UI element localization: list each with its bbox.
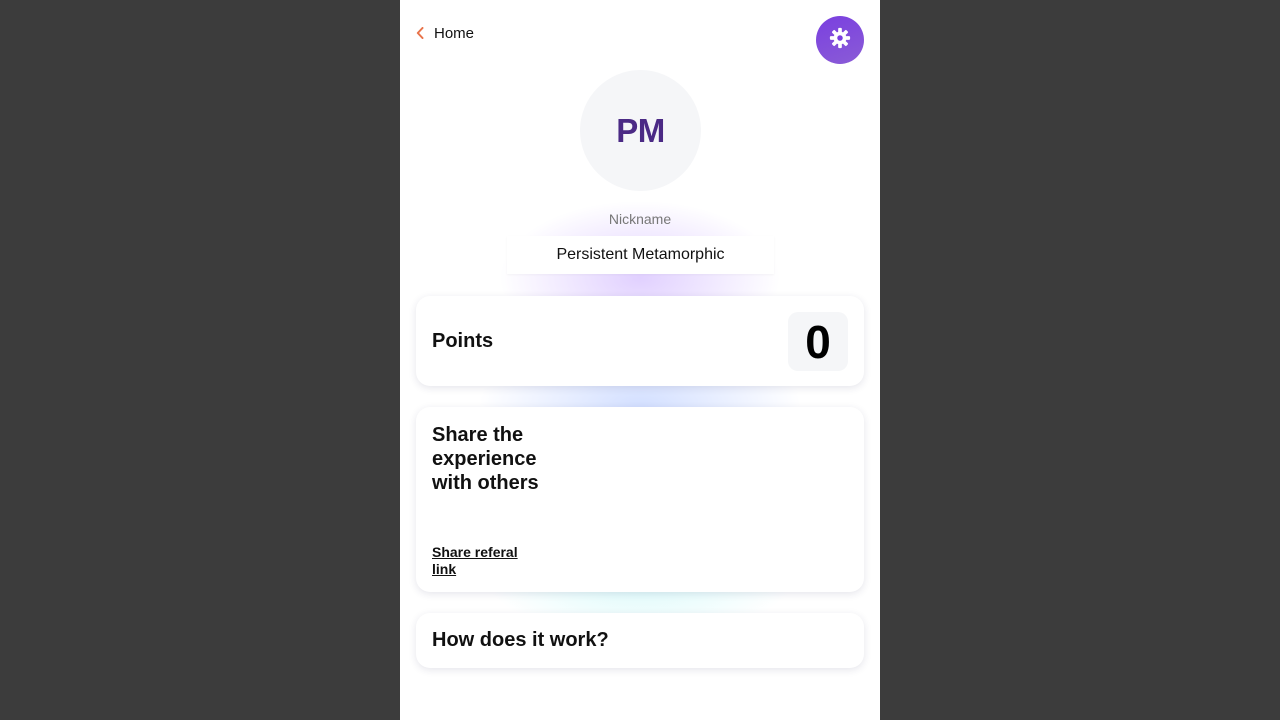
avatar-initials: PM — [616, 111, 665, 149]
share-card: Share the experience with others Share r… — [416, 407, 864, 592]
points-value: 0 — [805, 315, 831, 368]
points-card: Points 0 — [416, 296, 864, 386]
points-badge: 0 — [788, 312, 848, 371]
app-screen: Home PM Nickname Persistent Metamorphic … — [400, 0, 880, 720]
how-it-works-title: How does it work? — [432, 629, 609, 651]
back-label: Home — [434, 24, 475, 42]
points-title: Points — [432, 330, 494, 352]
gear-icon — [829, 27, 851, 54]
share-title: Share the experience with others — [432, 424, 539, 494]
nickname-label: Nickname — [608, 211, 672, 227]
settings-button[interactable] — [816, 16, 864, 64]
avatar: PM — [580, 70, 701, 191]
nickname-input[interactable] — [507, 236, 774, 274]
chevron-left-icon — [416, 27, 424, 39]
share-referral-link[interactable]: Share referal link — [432, 544, 532, 578]
back-home-link[interactable]: Home — [416, 22, 474, 44]
how-it-works-card[interactable]: How does it work? — [416, 613, 864, 668]
